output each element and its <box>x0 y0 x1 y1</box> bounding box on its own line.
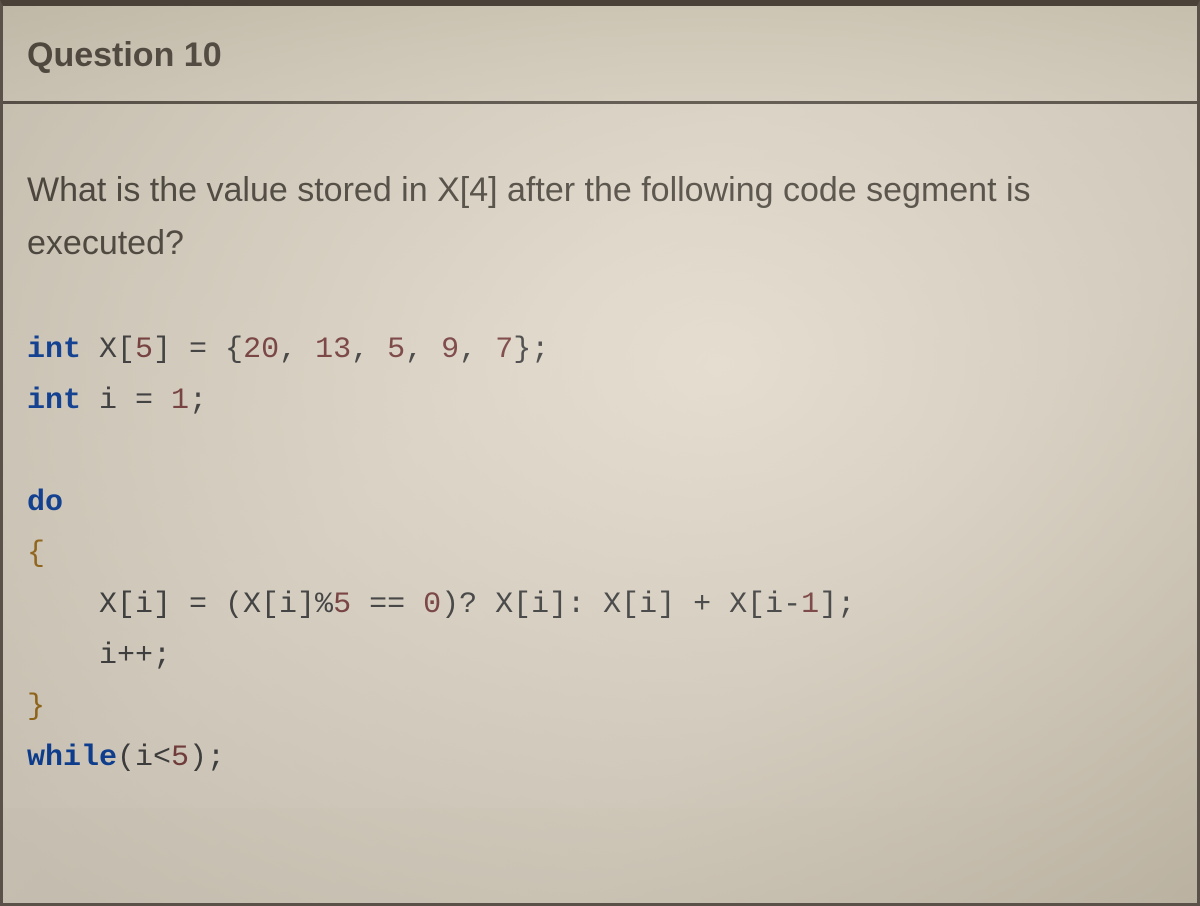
code-text: X[ <box>81 333 135 367</box>
number: 5 <box>387 333 405 367</box>
code-text: )? X[i]: X[i] + X[i- <box>441 588 801 622</box>
keyword-int: int <box>27 333 81 367</box>
code-text: }; <box>513 333 549 367</box>
number: 0 <box>423 588 441 622</box>
question-body: What is the value stored in X[4] after t… <box>3 104 1197 808</box>
question-card: Question 10 What is the value stored in … <box>0 0 1200 906</box>
number: 9 <box>441 333 459 367</box>
code-text: ] = { <box>153 333 243 367</box>
keyword-while: while <box>27 741 117 775</box>
number: 13 <box>315 333 351 367</box>
code-text: (i< <box>117 741 171 775</box>
number: 5 <box>171 741 189 775</box>
brace: } <box>27 690 45 724</box>
code-text: i = <box>81 384 171 418</box>
number: 1 <box>171 384 189 418</box>
code-block: int X[5] = {20, 13, 5, 9, 7}; int i = 1;… <box>27 325 1173 784</box>
code-text: , <box>279 333 315 367</box>
code-text: , <box>351 333 387 367</box>
code-text: ]; <box>819 588 855 622</box>
code-text: == <box>351 588 423 622</box>
number: 20 <box>243 333 279 367</box>
code-text: , <box>459 333 495 367</box>
code-text: ); <box>189 741 225 775</box>
number: 7 <box>495 333 513 367</box>
number: 1 <box>801 588 819 622</box>
code-text: i++; <box>27 639 171 673</box>
keyword-int: int <box>27 384 81 418</box>
code-text: ; <box>189 384 207 418</box>
number: 5 <box>333 588 351 622</box>
keyword-do: do <box>27 486 63 520</box>
code-text: , <box>405 333 441 367</box>
question-header: Question 10 <box>3 6 1197 104</box>
number: 5 <box>135 333 153 367</box>
question-title: Question 10 <box>27 36 1173 75</box>
code-text: X[i] = (X[i]% <box>27 588 333 622</box>
question-prompt: What is the value stored in X[4] after t… <box>27 164 1173 269</box>
brace: { <box>27 537 45 571</box>
